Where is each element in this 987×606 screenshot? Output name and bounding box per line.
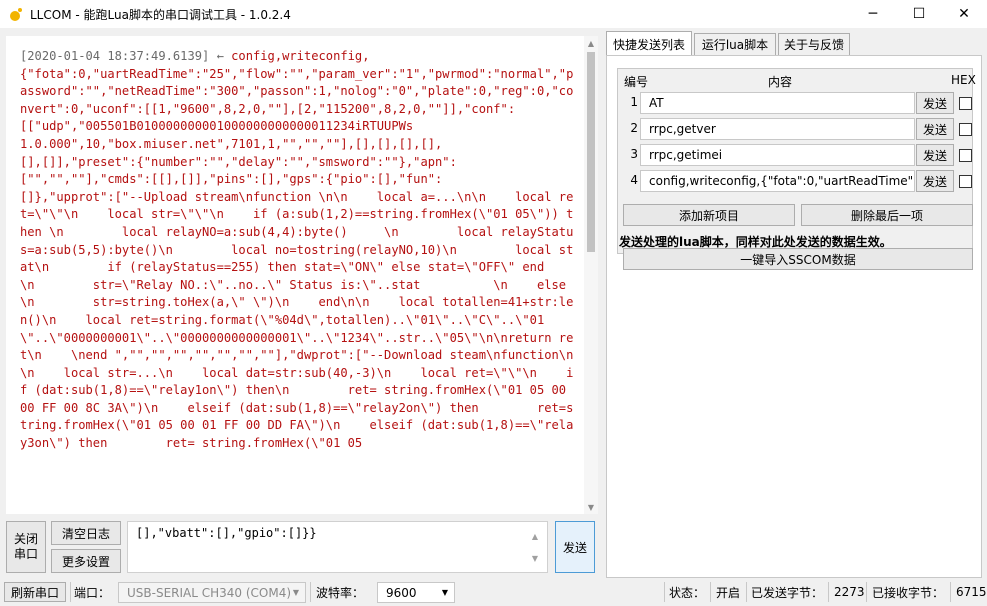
row-hex-checkbox[interactable] xyxy=(959,149,972,162)
log-text: [2020-01-04 18:37:49.6139] ← config,writ… xyxy=(20,48,580,453)
divider xyxy=(746,582,747,602)
row-content-field[interactable]: rrpc,getver xyxy=(640,118,915,140)
recv-bytes-value: 6715 xyxy=(956,585,987,599)
sent-bytes-label: 已发送字节： xyxy=(751,585,824,600)
title-bar: LLCOM - 能跑Lua脚本的串口调试工具 - 1.0.2.4 ─ ☐ ✕ xyxy=(0,0,987,28)
chevron-down-icon: ▼ xyxy=(441,588,448,597)
divider xyxy=(828,582,829,602)
divider xyxy=(950,582,951,602)
port-value: USB-SERIAL CH340 (COM4) xyxy=(127,585,292,600)
row-content-field[interactable]: config,writeconfig,{"fota":0,"uartReadTi… xyxy=(640,170,915,192)
header-hex: HEX xyxy=(951,73,976,87)
divider xyxy=(710,582,711,602)
receive-arrow-icon: ← xyxy=(216,49,224,63)
row-hex-checkbox[interactable] xyxy=(959,97,972,110)
list-item: 1 AT 发送 xyxy=(618,91,974,115)
send-input-value: [],"vbatt":[],"gpio":[]}} xyxy=(136,526,317,540)
log-timestamp: [2020-01-04 18:37:49.6139] xyxy=(20,49,210,63)
scrollbar-thumb[interactable] xyxy=(587,52,595,252)
header-number: 编号 xyxy=(624,75,649,89)
recv-bytes-label: 已接收字节： xyxy=(872,585,945,600)
close-port-button[interactable]: 关闭 串口 xyxy=(6,521,46,573)
quick-send-panel: 编号 内容 HEX 1 AT 发送 2 rrpc,getver 发送 3 rrp… xyxy=(606,55,982,578)
divider xyxy=(310,582,311,602)
sent-bytes-value: 2273 xyxy=(834,585,865,599)
row-hex-checkbox[interactable] xyxy=(959,123,972,136)
close-port-label: 关闭 串口 xyxy=(13,532,38,561)
row-content-field[interactable]: rrpc,getimei xyxy=(640,144,915,166)
list-item: 4 config,writeconfig,{"fota":0,"uartRead… xyxy=(618,169,974,193)
status-label: 状态： xyxy=(669,585,706,600)
row-send-button[interactable]: 发送 xyxy=(916,92,954,114)
baud-value: 9600 xyxy=(386,585,417,600)
clear-log-button[interactable]: 清空日志 xyxy=(51,521,121,545)
row-number: 2 xyxy=(630,121,638,135)
chevron-down-icon: ▼ xyxy=(292,588,299,597)
row-send-button[interactable]: 发送 xyxy=(916,170,954,192)
input-scroll-down-icon[interactable]: ▼ xyxy=(529,552,541,564)
quick-send-list: 编号 内容 HEX 1 AT 发送 2 rrpc,getver 发送 3 rrp… xyxy=(617,68,976,254)
divider xyxy=(70,582,71,602)
row-number: 1 xyxy=(630,95,638,109)
divider xyxy=(664,582,665,602)
header-content: 内容 xyxy=(768,75,793,89)
row-hex-checkbox[interactable] xyxy=(959,175,972,188)
scroll-up-arrow-icon[interactable]: ▲ xyxy=(584,36,598,50)
maximize-button[interactable]: ☐ xyxy=(896,0,942,28)
tab-run-lua-script[interactable]: 运行lua脚本 xyxy=(694,33,776,55)
row-number: 3 xyxy=(630,147,638,161)
row-content-field[interactable]: AT xyxy=(640,92,915,114)
delete-last-button[interactable]: 删除最后一项 xyxy=(801,204,973,226)
log-content: config,writeconfig, {"fota":0,"uartReadT… xyxy=(20,49,574,451)
scroll-down-arrow-icon[interactable]: ▼ xyxy=(584,500,598,514)
close-window-button[interactable]: ✕ xyxy=(941,0,987,28)
window-title: LLCOM - 能跑Lua脚本的串口调试工具 - 1.0.2.4 xyxy=(30,7,291,22)
row-send-button[interactable]: 发送 xyxy=(916,144,954,166)
minimize-button[interactable]: ─ xyxy=(850,0,896,28)
send-button[interactable]: 发送 xyxy=(555,521,595,573)
more-settings-button[interactable]: 更多设置 xyxy=(51,549,121,573)
status-value: 开启 xyxy=(716,585,741,600)
baud-select[interactable]: 9600 ▼ xyxy=(377,582,455,603)
input-scroll-up-icon[interactable]: ▲ xyxy=(529,530,541,542)
send-text-input[interactable]: [],"vbatt":[],"gpio":[]}} ▲ ▼ xyxy=(127,521,548,573)
row-number: 4 xyxy=(630,173,638,187)
status-bar: 刷新串口 端口： USB-SERIAL CH340 (COM4) ▼ 波特率： … xyxy=(0,578,987,606)
add-item-button[interactable]: 添加新项目 xyxy=(623,204,795,226)
log-output[interactable]: [2020-01-04 18:37:49.6139] ← config,writ… xyxy=(6,36,598,514)
list-item: 2 rrpc,getver 发送 xyxy=(618,117,974,141)
app-logo-icon xyxy=(10,8,22,21)
log-scrollbar[interactable]: ▲ ▼ xyxy=(584,36,598,514)
row-send-button[interactable]: 发送 xyxy=(916,118,954,140)
port-label: 端口： xyxy=(74,585,111,600)
baud-label: 波特率： xyxy=(316,585,365,600)
tab-about-feedback[interactable]: 关于与反馈 xyxy=(778,33,850,55)
import-sscom-button[interactable]: 一键导入SSCOM数据 xyxy=(623,248,973,270)
port-select[interactable]: USB-SERIAL CH340 (COM4) ▼ xyxy=(118,582,306,603)
divider xyxy=(866,582,867,602)
tab-quick-send-list[interactable]: 快捷发送列表 xyxy=(606,31,692,56)
list-item: 3 rrpc,getimei 发送 xyxy=(618,143,974,167)
refresh-port-button[interactable]: 刷新串口 xyxy=(4,582,66,602)
